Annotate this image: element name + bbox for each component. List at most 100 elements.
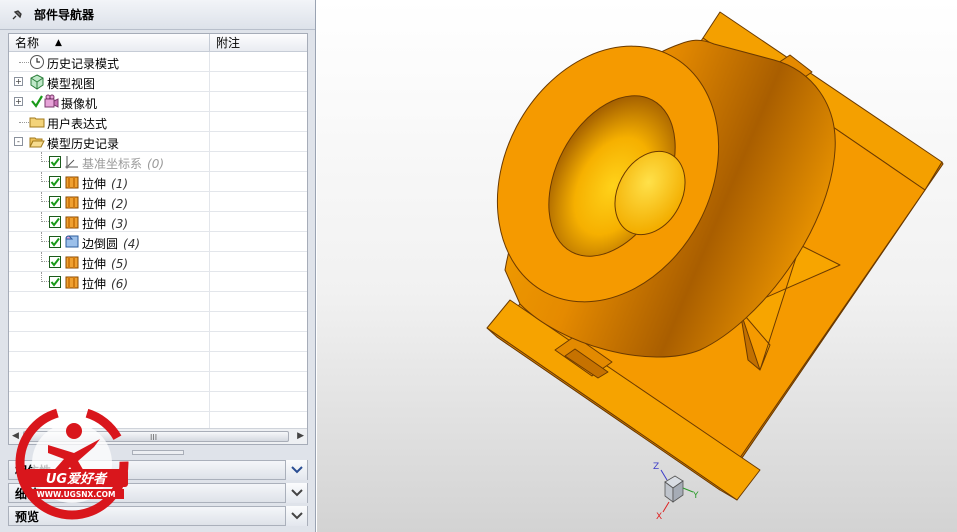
- empty-row: [9, 292, 307, 312]
- tree-row-name-cell[interactable]: 基准坐标系 (0): [9, 152, 210, 171]
- triad-x-label: X: [656, 512, 662, 522]
- tree-row-name-cell[interactable]: - 模型历史记录: [9, 132, 210, 151]
- visibility-checkbox[interactable]: [49, 196, 61, 208]
- tree-connector: [41, 152, 49, 162]
- tree-row-name-cell[interactable]: 拉伸 (1): [9, 172, 210, 191]
- tree-row-name-cell[interactable]: 拉伸 (5): [9, 252, 210, 271]
- tree-item-label: 边倒圆 (4): [82, 235, 140, 251]
- tree-connector: [19, 62, 29, 63]
- tree-rows: 历史记录模式 + 模型视图 + 摄像机 用户表达式 - 模型历史记录基准坐标系 (0) 拉伸 (1)…: [9, 52, 307, 432]
- graphics-viewport[interactable]: Z Y X: [317, 0, 957, 532]
- tree-item-label: 基准坐标系 (0): [82, 155, 164, 171]
- grip-icon: III: [150, 433, 158, 442]
- tree-row[interactable]: 拉伸 (5): [9, 252, 307, 272]
- tree-row[interactable]: 边倒圆 (4): [9, 232, 307, 252]
- expand-chevron-icon[interactable]: [285, 506, 307, 526]
- tree-row-note-cell: [210, 252, 307, 271]
- empty-cell: [9, 332, 210, 351]
- folder-open-icon: [29, 134, 45, 150]
- tree-item-label: 拉伸 (6): [82, 275, 128, 291]
- pane-splitter[interactable]: [132, 450, 184, 455]
- part-model: [486, 11, 944, 501]
- tree-row[interactable]: 基准坐标系 (0): [9, 152, 307, 172]
- tree-item-label: 模型视图: [47, 75, 95, 91]
- tree-row-note-cell: [210, 172, 307, 191]
- expand-chevron-icon[interactable]: [285, 460, 307, 480]
- expand-icon[interactable]: +: [14, 97, 23, 106]
- edge-blend-icon: [64, 234, 80, 250]
- expand-chevron-icon[interactable]: [285, 483, 307, 503]
- column-note-header[interactable]: 附注: [210, 34, 307, 51]
- visibility-checkbox[interactable]: [49, 176, 61, 188]
- tree-item-label: 拉伸 (5): [82, 255, 128, 271]
- pin-icon[interactable]: [10, 8, 24, 22]
- tree-item-suffix: (2): [111, 197, 129, 211]
- tree-row-note-cell: [210, 152, 307, 171]
- tree-row[interactable]: 拉伸 (3): [9, 212, 307, 232]
- tree-row-name-cell[interactable]: 拉伸 (2): [9, 192, 210, 211]
- tree-row-note-cell: [210, 272, 307, 291]
- tree-row-note-cell: [210, 232, 307, 251]
- tree-row-name-cell[interactable]: 拉伸 (3): [9, 212, 210, 231]
- column-header: 名称 ▲ 附注: [9, 34, 307, 52]
- tree-row[interactable]: + 摄像机: [9, 92, 307, 112]
- expand-icon[interactable]: +: [14, 77, 23, 86]
- visibility-checkbox[interactable]: [49, 156, 61, 168]
- visibility-checkbox[interactable]: [49, 256, 61, 268]
- tree-item-label: 拉伸 (2): [82, 195, 128, 211]
- column-name-header[interactable]: 名称 ▲: [9, 34, 210, 51]
- tree-item-text: 拉伸: [82, 257, 107, 271]
- tree-item-suffix: (0): [147, 157, 165, 171]
- triad-z-label: Z: [653, 462, 659, 472]
- extrude-icon: [64, 214, 80, 230]
- tree-row[interactable]: 拉伸 (1): [9, 172, 307, 192]
- collapse-icon[interactable]: -: [14, 137, 23, 146]
- triad-y-label: Y: [692, 491, 699, 501]
- tree-item-text: 模型视图: [47, 77, 96, 91]
- folder-icon: [29, 114, 45, 130]
- tree-row[interactable]: 拉伸 (6): [9, 272, 307, 292]
- visibility-checkbox[interactable]: [49, 216, 61, 228]
- navigator-title: 部件导航器: [34, 8, 95, 22]
- empty-cell: [210, 312, 307, 331]
- scroll-right-icon[interactable]: ▶: [297, 431, 304, 441]
- tree-connector: [41, 192, 49, 202]
- tree-item-text: 历史记录模式: [47, 57, 120, 71]
- empty-cell: [9, 372, 210, 391]
- logo-url-text: WWW.UGSNX.COM: [37, 490, 116, 499]
- tree-item-label: 拉伸 (3): [82, 215, 128, 231]
- clock-icon: [29, 54, 45, 70]
- extrude-icon: [64, 254, 80, 270]
- tree-row-name-cell[interactable]: 用户表达式: [9, 112, 210, 131]
- visibility-checkbox[interactable]: [49, 236, 61, 248]
- tree-row-name-cell[interactable]: + 模型视图: [9, 72, 210, 91]
- tree-row-note-cell: [210, 72, 307, 91]
- tree-row-name-cell[interactable]: 历史记录模式: [9, 52, 210, 71]
- tree-row[interactable]: 用户表达式: [9, 112, 307, 132]
- tree-row[interactable]: 历史记录模式: [9, 52, 307, 72]
- empty-cell: [9, 352, 210, 371]
- tree-item-suffix: (6): [111, 277, 129, 291]
- tree-connector: [19, 122, 29, 123]
- empty-cell: [210, 332, 307, 351]
- tree-item-suffix: (5): [111, 257, 129, 271]
- empty-cell: [210, 392, 307, 411]
- tree-row[interactable]: 拉伸 (2): [9, 192, 307, 212]
- tree-row[interactable]: - 模型历史记录: [9, 132, 307, 152]
- check-icon: [31, 94, 43, 111]
- tree-connector: [41, 172, 49, 182]
- empty-cell: [210, 292, 307, 311]
- tree-row[interactable]: + 模型视图: [9, 72, 307, 92]
- extrude-icon: [64, 174, 80, 190]
- extrude-icon: [64, 274, 80, 290]
- logo-brand-text: UG爱好者: [46, 471, 108, 487]
- tree-row-name-cell[interactable]: 拉伸 (6): [9, 272, 210, 291]
- tree-row-name-cell[interactable]: 边倒圆 (4): [9, 232, 210, 251]
- tree-item-text: 模型历史记录: [47, 137, 120, 151]
- tree-item-label: 模型历史记录: [47, 135, 119, 151]
- visibility-checkbox[interactable]: [49, 276, 61, 288]
- tree-connector: [41, 272, 49, 282]
- tree-row-name-cell[interactable]: + 摄像机: [9, 92, 210, 111]
- camera-icon: [43, 94, 59, 110]
- tree-connector: [41, 212, 49, 222]
